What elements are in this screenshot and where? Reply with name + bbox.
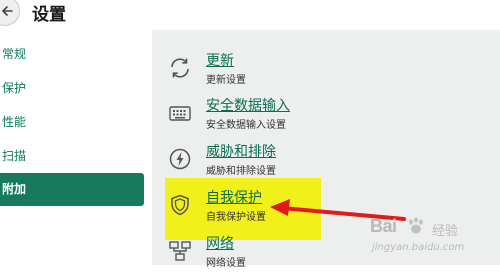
paw-icon — [409, 217, 423, 234]
watermark-suffix: 经验 — [432, 224, 459, 239]
watermark: Bai 经验 jingyan.baidu.com — [370, 214, 498, 264]
watermark-url: jingyan.baidu.com — [372, 242, 465, 253]
watermark-brand: Bai — [370, 216, 397, 236]
